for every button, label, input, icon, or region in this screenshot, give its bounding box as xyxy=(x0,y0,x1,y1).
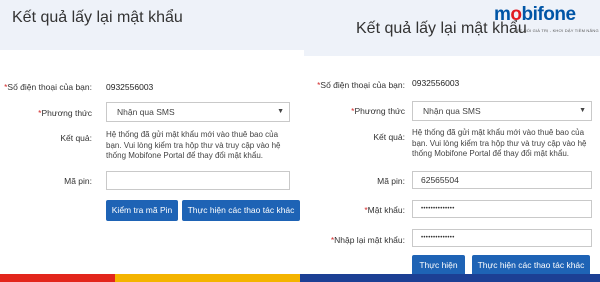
left-header: Kết quả lấy lại mật khẩu xyxy=(0,0,304,50)
right-panel: Kết quả lấy lại mật khẩu mobifone KẾT NỐ… xyxy=(304,0,600,282)
chevron-down-icon: ▼ xyxy=(579,107,586,114)
phone-value: 0932556003 xyxy=(412,78,460,88)
pin-input[interactable]: 62565504 xyxy=(412,171,592,189)
left-panel: Kết quả lấy lại mật khẩu *Số điện thoại … xyxy=(0,0,304,282)
phone-label: *Số điện thoại của bạn: xyxy=(317,80,405,90)
result-text: Hệ thống đã gửi mật khẩu mới vào thuê ba… xyxy=(412,128,587,158)
pin-input[interactable] xyxy=(106,171,290,190)
stripe-blue xyxy=(300,274,600,282)
page-title: Kết quả lấy lại mật khẩu xyxy=(12,9,183,26)
result-label: Kết quả: xyxy=(60,133,92,143)
chevron-down-icon: ▼ xyxy=(277,108,284,115)
mobifone-logo: mobifone KẾT NỐI GIÁ TRỊ - KHƠI DẬY TIỀM… xyxy=(494,4,599,34)
phone-label: *Số điện thoại của bạn: xyxy=(4,82,92,92)
other-actions-button[interactable]: Thực hiện các thao tác khác xyxy=(472,255,590,276)
method-select-value: Nhận qua SMS xyxy=(117,107,175,117)
logo-wordmark: mobifone xyxy=(494,4,576,25)
submit-button[interactable]: Thực hiện xyxy=(412,255,465,276)
phone-value: 0932556003 xyxy=(106,82,154,92)
pin-label: Mã pin: xyxy=(64,176,92,186)
check-pin-button[interactable]: Kiểm tra mã Pin xyxy=(106,200,178,221)
method-select[interactable]: Nhận qua SMS ▼ xyxy=(106,102,290,122)
result-text: Hệ thống đã gửi mật khẩu mới vào thuê ba… xyxy=(106,130,281,160)
method-label: *Phương thức xyxy=(38,108,92,118)
method-select[interactable]: Nhận qua SMS ▼ xyxy=(412,101,592,121)
method-select-value: Nhận qua SMS xyxy=(423,106,481,116)
password-label: *Mật khẩu: xyxy=(364,205,405,215)
logo-tagline: KẾT NỐI GIÁ TRỊ - KHƠI DẬY TIỀM NĂNG xyxy=(514,28,599,33)
confirm-password-label: *Nhập lại mật khẩu: xyxy=(330,235,405,245)
confirm-password-input[interactable]: •••••••••••••• xyxy=(412,229,592,247)
stripe-red xyxy=(0,274,115,282)
password-input[interactable]: •••••••••••••• xyxy=(412,200,592,218)
pin-label: Mã pin: xyxy=(377,176,405,186)
method-label: *Phương thức xyxy=(351,106,405,116)
result-label: Kết quả: xyxy=(373,132,405,142)
stripe-yellow xyxy=(115,274,300,282)
other-actions-button[interactable]: Thực hiện các thao tác khác xyxy=(182,200,300,221)
right-header: Kết quả lấy lại mật khẩu mobifone KẾT NỐ… xyxy=(304,0,600,56)
